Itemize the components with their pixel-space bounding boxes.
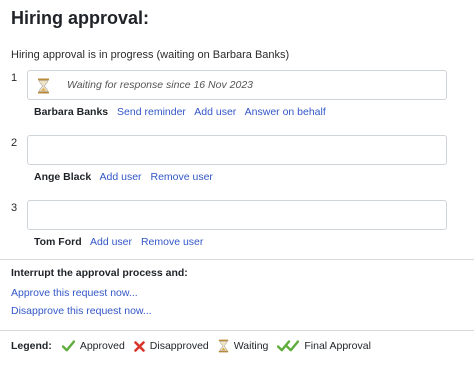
waiting-status-text: Waiting for response since 16 Nov 2023 (67, 79, 253, 91)
step-2-user-row: Ange Black Add user Remove user (34, 171, 219, 183)
add-user-link[interactable]: Add user (194, 106, 236, 118)
check-icon (61, 340, 75, 352)
legend-item-label: Waiting (233, 340, 269, 352)
legend-item-waiting: Waiting (218, 339, 269, 353)
step-number-3: 3 (11, 202, 18, 214)
add-user-link[interactable]: Add user (100, 171, 142, 183)
step-1-response-box: Waiting for response since 16 Nov 2023 (27, 70, 447, 100)
cross-icon (133, 340, 145, 352)
hourglass-icon (218, 339, 228, 353)
approve-now-link[interactable]: Approve this request now... (11, 287, 138, 299)
step-2-response-box (27, 135, 447, 165)
step-3-user-row: Tom Ford Add user Remove user (34, 236, 209, 248)
remove-user-link[interactable]: Remove user (141, 236, 203, 248)
legend-label: Legend: (11, 340, 52, 352)
legend-item-final-approval: Final Approval (277, 340, 371, 352)
disapprove-now-link[interactable]: Disapprove this request now... (11, 305, 152, 317)
interrupt-heading: Interrupt the approval process and: (11, 267, 188, 279)
approval-status-text: Hiring approval is in progress (waiting … (11, 49, 290, 61)
legend-divider (0, 330, 474, 331)
legend: Legend: Approved Disapproved Waiting Fin… (11, 339, 380, 353)
answer-on-behalf-link[interactable]: Answer on behalf (245, 106, 326, 118)
section-divider (0, 259, 474, 260)
page-title: Hiring approval: (11, 8, 150, 28)
send-reminder-link[interactable]: Send reminder (117, 106, 186, 118)
add-user-link[interactable]: Add user (90, 236, 132, 248)
approver-name: Barbara Banks (34, 106, 109, 118)
approver-name: Tom Ford (34, 236, 82, 248)
legend-item-label: Approved (79, 340, 125, 352)
remove-user-link[interactable]: Remove user (150, 171, 212, 183)
legend-item-label: Disapproved (149, 340, 209, 352)
step-3-response-box (27, 200, 447, 230)
hourglass-icon (38, 78, 49, 94)
step-1-user-row: Barbara Banks Send reminder Add user Ans… (34, 106, 332, 118)
step-number-1: 1 (11, 72, 18, 84)
step-number-2: 2 (11, 137, 18, 149)
approver-name: Ange Black (34, 171, 92, 183)
double-check-icon (277, 340, 300, 352)
legend-item-approved: Approved (61, 340, 125, 352)
legend-item-disapproved: Disapproved (133, 340, 209, 352)
legend-item-label: Final Approval (304, 340, 371, 352)
